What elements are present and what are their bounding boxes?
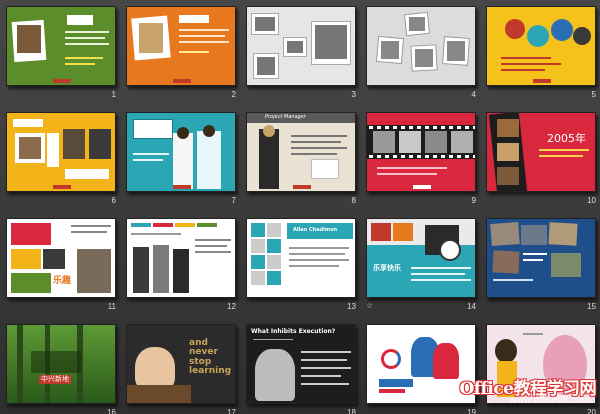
slide-slot-16[interactable]: 中兴新地 16: [6, 324, 116, 414]
slide-number: 3: [351, 90, 356, 99]
slide-thumbnail-6[interactable]: [6, 112, 116, 192]
animation-star-icon: ☆: [366, 301, 374, 310]
slide-thumbnail-18[interactable]: What Inhibits Execution?: [246, 324, 356, 404]
slide-number: 16: [107, 408, 116, 414]
slide-number: 17: [227, 408, 236, 414]
slide-thumbnail-8[interactable]: Project Manager: [246, 112, 356, 192]
site-watermark: Office教程学习网 www.office68.com: [446, 374, 596, 410]
slide-title: Allan Chadimon: [293, 227, 338, 233]
slide-thumbnail-14[interactable]: 乐享快乐: [366, 218, 476, 298]
slide-title: Project Manager: [265, 114, 306, 120]
slide-thumbnail-3[interactable]: [246, 6, 356, 86]
slide-number: 13: [347, 302, 356, 311]
slide-title: 乐趣: [53, 276, 72, 286]
slide-slot-9[interactable]: 9: [366, 112, 476, 212]
slide-title: 中兴新地: [39, 375, 71, 384]
slide-slot-17[interactable]: and never stop learning 17: [126, 324, 236, 414]
slide-title: 乐享快乐: [373, 264, 401, 272]
slide-number: 6: [111, 196, 116, 205]
slide-slot-2[interactable]: 2: [126, 6, 236, 106]
slide-slot-3[interactable]: 3: [246, 6, 356, 106]
slide-number: 18: [347, 408, 356, 414]
slide-slot-11[interactable]: 乐趣 11: [6, 218, 116, 318]
slide-thumbnail-4[interactable]: [366, 6, 476, 86]
slide-slot-10[interactable]: 2005年 10: [486, 112, 596, 212]
slide-thumbnail-16[interactable]: 中兴新地: [6, 324, 116, 404]
slide-sorter-pane: 1 2 3 4 5 6 7 Project Manager 8 9 2005年 …: [0, 0, 600, 414]
slide-title: What Inhibits Execution?: [251, 328, 336, 335]
slide-thumbnail-7[interactable]: [126, 112, 236, 192]
slide-slot-13[interactable]: Allan Chadimon 13: [246, 218, 356, 318]
slide-thumbnail-5[interactable]: [486, 6, 596, 86]
slide-thumbnail-15[interactable]: [486, 218, 596, 298]
slide-number: 5: [591, 90, 596, 99]
slide-slot-4[interactable]: 4: [366, 6, 476, 106]
slide-number: 7: [231, 196, 236, 205]
slide-number: 11: [107, 302, 116, 311]
slide-title: 2005年: [547, 132, 586, 145]
slide-thumbnail-17[interactable]: and never stop learning: [126, 324, 236, 404]
slide-thumbnail-1[interactable]: [6, 6, 116, 86]
slide-slot-15[interactable]: 15: [486, 218, 596, 318]
slide-number: 9: [471, 196, 476, 205]
slide-slot-8[interactable]: Project Manager 8: [246, 112, 356, 212]
slide-slot-18[interactable]: What Inhibits Execution? 18: [246, 324, 356, 414]
slide-thumbnail-13[interactable]: Allan Chadimon: [246, 218, 356, 298]
slide-thumbnail-10[interactable]: 2005年: [486, 112, 596, 192]
slide-slot-6[interactable]: 6: [6, 112, 116, 212]
slide-thumbnail-12[interactable]: [126, 218, 236, 298]
slide-thumbnail-11[interactable]: 乐趣: [6, 218, 116, 298]
slide-number: 2: [231, 90, 236, 99]
slide-thumbnail-2[interactable]: [126, 6, 236, 86]
slide-number: 4: [471, 90, 476, 99]
watermark-url: www.office68.com: [509, 395, 590, 406]
slide-slot-5[interactable]: 5: [486, 6, 596, 106]
slide-slot-1[interactable]: 1: [6, 6, 116, 106]
slide-slot-12[interactable]: 12: [126, 218, 236, 318]
slide-number: 14: [467, 302, 476, 311]
slide-number: 10: [587, 196, 596, 205]
slide-slot-14[interactable]: 乐享快乐 ☆ 14: [366, 218, 476, 318]
slide-title: and never stop learning: [189, 338, 232, 377]
slide-number: 15: [587, 302, 596, 311]
slide-number: 1: [111, 90, 116, 99]
slide-thumbnail-9[interactable]: [366, 112, 476, 192]
slide-number: 12: [227, 302, 236, 311]
slide-slot-7[interactable]: 7: [126, 112, 236, 212]
slide-number: 8: [351, 196, 356, 205]
